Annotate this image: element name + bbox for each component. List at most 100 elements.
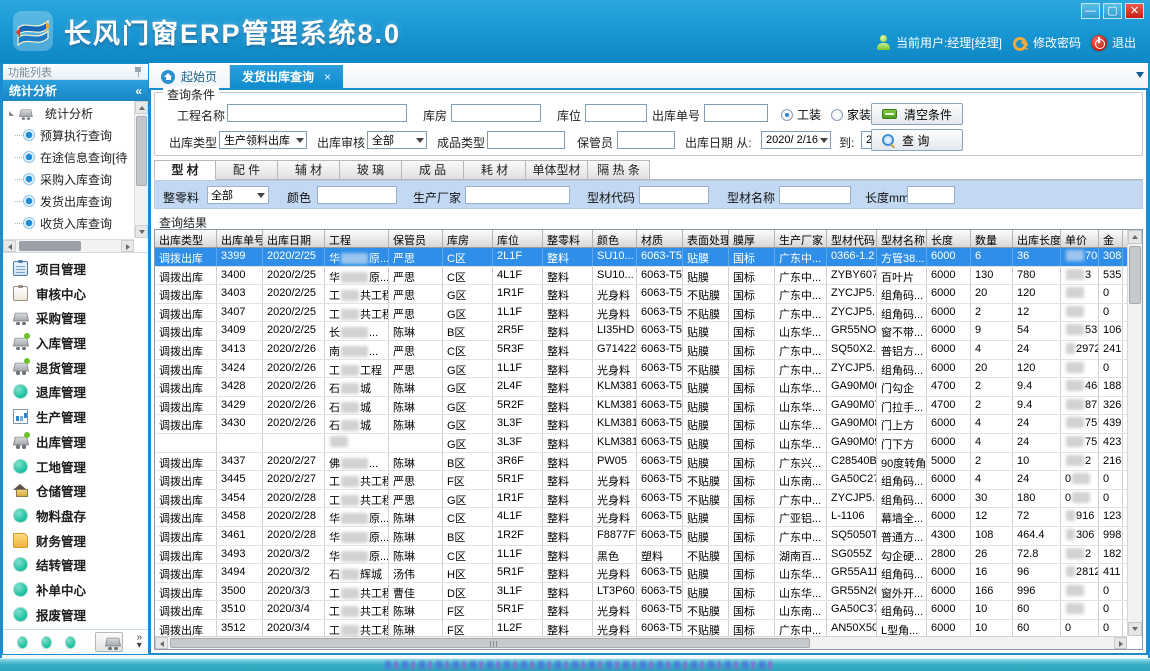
- column-header[interactable]: 型材名称: [877, 230, 927, 247]
- table-row[interactable]: 调拨出库34002020/2/25华原...严思C区4L1F整料SU10...6…: [155, 267, 1127, 286]
- table-row[interactable]: 调拨出库34542020/2/28工共工程严思G区1R1F整料光身料6063-T…: [155, 490, 1127, 509]
- table-row[interactable]: 调拨出库34372020/2/27佛...陈琳B区3R6F整料PW056063-…: [155, 453, 1127, 472]
- tab-close-icon[interactable]: ×: [324, 70, 331, 84]
- tree-item[interactable]: 在途信息查询[待: [7, 146, 133, 168]
- table-row[interactable]: 调拨出库33992020/2/25华原...严思C区2L1F整料SU10...6…: [155, 248, 1127, 267]
- quick-module-icon[interactable]: [17, 636, 28, 649]
- scroll-up-icon[interactable]: [135, 101, 148, 114]
- column-header[interactable]: 数量: [971, 230, 1013, 247]
- tab-shipping-query[interactable]: 发货出库查询 ×: [230, 65, 343, 88]
- tree-item[interactable]: 发货出库查询: [7, 190, 133, 212]
- table-row[interactable]: 调拨出库34302020/2/26石城陈琳G区3L3F整料KLM38176063…: [155, 415, 1127, 434]
- column-header[interactable]: 工程: [325, 230, 389, 247]
- table-row[interactable]: 调拨出库34932020/3/2华原...陈琳C区1L1F整料黑色塑料不贴膜国标…: [155, 546, 1127, 565]
- table-row[interactable]: G区3L3F整料KLM38176063-T5贴膜国标山东华...GA90M09.…: [155, 434, 1127, 453]
- tree-vertical-scrollbar[interactable]: [134, 101, 148, 238]
- table-row[interactable]: 调拨出库34292020/2/26石城陈琳G区5R2F整料KLM38176063…: [155, 397, 1127, 416]
- column-header[interactable]: 整零料: [543, 230, 593, 247]
- scroll-down-icon[interactable]: [135, 225, 148, 238]
- column-header[interactable]: 金: [1099, 230, 1123, 247]
- name-input[interactable]: [779, 186, 851, 204]
- table-row[interactable]: 调拨出库34612020/2/28华原...陈琳B区1R2F整料F8877FT6…: [155, 527, 1127, 546]
- out-type-select[interactable]: 生产领料出库: [219, 131, 307, 149]
- scroll-down-icon[interactable]: [1128, 622, 1142, 636]
- column-header[interactable]: 出库日期: [263, 230, 325, 247]
- table-row[interactable]: 调拨出库34072020/2/25工共工程严思G区1L1F整料光身料6063-T…: [155, 304, 1127, 323]
- column-header[interactable]: 膜厚: [729, 230, 775, 247]
- material-tab[interactable]: 成 品: [402, 160, 464, 180]
- length-input[interactable]: [907, 186, 955, 204]
- sidebar-section-header[interactable]: 统计分析 «: [3, 80, 148, 101]
- tree-item[interactable]: 采购入库查询: [7, 168, 133, 190]
- table-row[interactable]: 调拨出库35122020/3/4工共工程陈琳F区1L2F整料光身料6063-T5…: [155, 620, 1127, 636]
- sidebar-item-cart-in[interactable]: 入库管理: [13, 331, 148, 355]
- material-tab[interactable]: 单体型材: [526, 160, 588, 180]
- column-header[interactable]: 单价: [1061, 230, 1099, 247]
- sidebar-item-dot[interactable]: 补单中心: [13, 578, 148, 602]
- tree-item[interactable]: 预算执行查询: [7, 124, 133, 146]
- maker-input[interactable]: [465, 186, 570, 204]
- column-header[interactable]: 出库长度: [1013, 230, 1061, 247]
- table-row[interactable]: 调拨出库34132020/2/26南...严思C区5R3F整料G71422606…: [155, 341, 1127, 360]
- order-no-input[interactable]: [704, 104, 768, 122]
- table-row[interactable]: 调拨出库34092020/2/25长...陈琳B区2R5F整料LI35HD606…: [155, 322, 1127, 341]
- more-modules-button[interactable]: »▾: [136, 634, 142, 650]
- cart-module-button[interactable]: [95, 632, 123, 652]
- table-row[interactable]: 调拨出库34942020/3/2石辉城汤伟H区5R1F整料光身料6063-T5贴…: [155, 564, 1127, 583]
- scroll-left-icon[interactable]: [155, 637, 168, 649]
- color-input[interactable]: [317, 186, 397, 204]
- quick-module-icon[interactable]: [65, 636, 76, 649]
- material-tab[interactable]: 配 件: [216, 160, 278, 180]
- date-from-select[interactable]: 2020/ 2/16: [761, 131, 831, 149]
- code-input[interactable]: [639, 186, 709, 204]
- sidebar-item-dot[interactable]: 物料盘存: [13, 504, 148, 528]
- scroll-thumb[interactable]: [1129, 246, 1141, 304]
- column-header[interactable]: 库位: [493, 230, 543, 247]
- sidebar-item-clipboard[interactable]: 项目管理: [13, 256, 148, 280]
- table-row[interactable]: 调拨出库34032020/2/25工共工程严思G区1R1F整料光身料6063-T…: [155, 285, 1127, 304]
- table-row[interactable]: 调拨出库34582020/2/28华原...陈琳C区4L1F整料光身料6063-…: [155, 508, 1127, 527]
- tree-expander-icon[interactable]: [9, 111, 14, 116]
- sidebar-item-cart-out[interactable]: 出库管理: [13, 429, 148, 453]
- table-horizontal-scrollbar[interactable]: [155, 636, 1127, 649]
- tree-item[interactable]: 收货入库查询: [7, 212, 133, 234]
- column-header[interactable]: 库房: [443, 230, 493, 247]
- material-tab[interactable]: 玻 璃: [340, 160, 402, 180]
- table-row[interactable]: 调拨出库34452020/2/27工共工程严思F区5R1F整料光身料6063-T…: [155, 471, 1127, 490]
- tree-item[interactable]: 退货查询[待定]: [7, 234, 133, 238]
- sidebar-item-dot[interactable]: 工地管理: [13, 454, 148, 478]
- tree-horizontal-scrollbar[interactable]: [3, 239, 134, 252]
- sidebar-item-chart[interactable]: 生产管理: [13, 405, 148, 429]
- project-name-input[interactable]: [227, 104, 407, 122]
- logout-button[interactable]: 退出: [1091, 34, 1136, 51]
- sidebar-item-clipboard2[interactable]: 审核中心: [13, 281, 148, 305]
- sidebar-item-dot[interactable]: 结转管理: [13, 553, 148, 577]
- collapse-icon[interactable]: «: [135, 84, 142, 98]
- material-tab[interactable]: 辅 材: [278, 160, 340, 180]
- scroll-up-icon[interactable]: [1128, 230, 1142, 244]
- table-row[interactable]: 调拨出库34282020/2/26石城陈琳G区2L4F整料KLM38176063…: [155, 378, 1127, 397]
- material-tab[interactable]: 隔 热 条: [588, 160, 650, 180]
- table-row[interactable]: 调拨出库35002020/3/3工共工程曹佳D区3L1F整料LT3P606063…: [155, 583, 1127, 602]
- minimize-button[interactable]: —: [1081, 3, 1100, 19]
- column-header[interactable]: 长度: [927, 230, 971, 247]
- product-type-input[interactable]: [487, 131, 565, 149]
- column-header[interactable]: 型材代码: [827, 230, 877, 247]
- sidebar-item-dot[interactable]: 报废管理: [13, 602, 148, 626]
- tab-list-dropdown-icon[interactable]: [1136, 72, 1144, 78]
- column-header[interactable]: 表面处理: [683, 230, 729, 247]
- column-header[interactable]: 生产厂家: [775, 230, 827, 247]
- radio-gongzhuang[interactable]: 工装: [781, 106, 821, 123]
- column-header[interactable]: 材质: [637, 230, 683, 247]
- quick-module-icon[interactable]: [41, 636, 52, 649]
- maximize-button[interactable]: ▢: [1103, 3, 1122, 19]
- sidebar-item-dot[interactable]: 退库管理: [13, 380, 148, 404]
- sidebar-item-cart-return[interactable]: 退货管理: [13, 355, 148, 379]
- close-button[interactable]: ✕: [1125, 3, 1144, 19]
- column-header[interactable]: 出库单号: [217, 230, 263, 247]
- keeper-input[interactable]: [617, 131, 675, 149]
- column-header[interactable]: 出库类型: [155, 230, 217, 247]
- sidebar-item-folder[interactable]: 财务管理: [13, 528, 148, 552]
- scroll-left-icon[interactable]: [3, 240, 16, 252]
- tab-home[interactable]: 起始页: [149, 65, 230, 88]
